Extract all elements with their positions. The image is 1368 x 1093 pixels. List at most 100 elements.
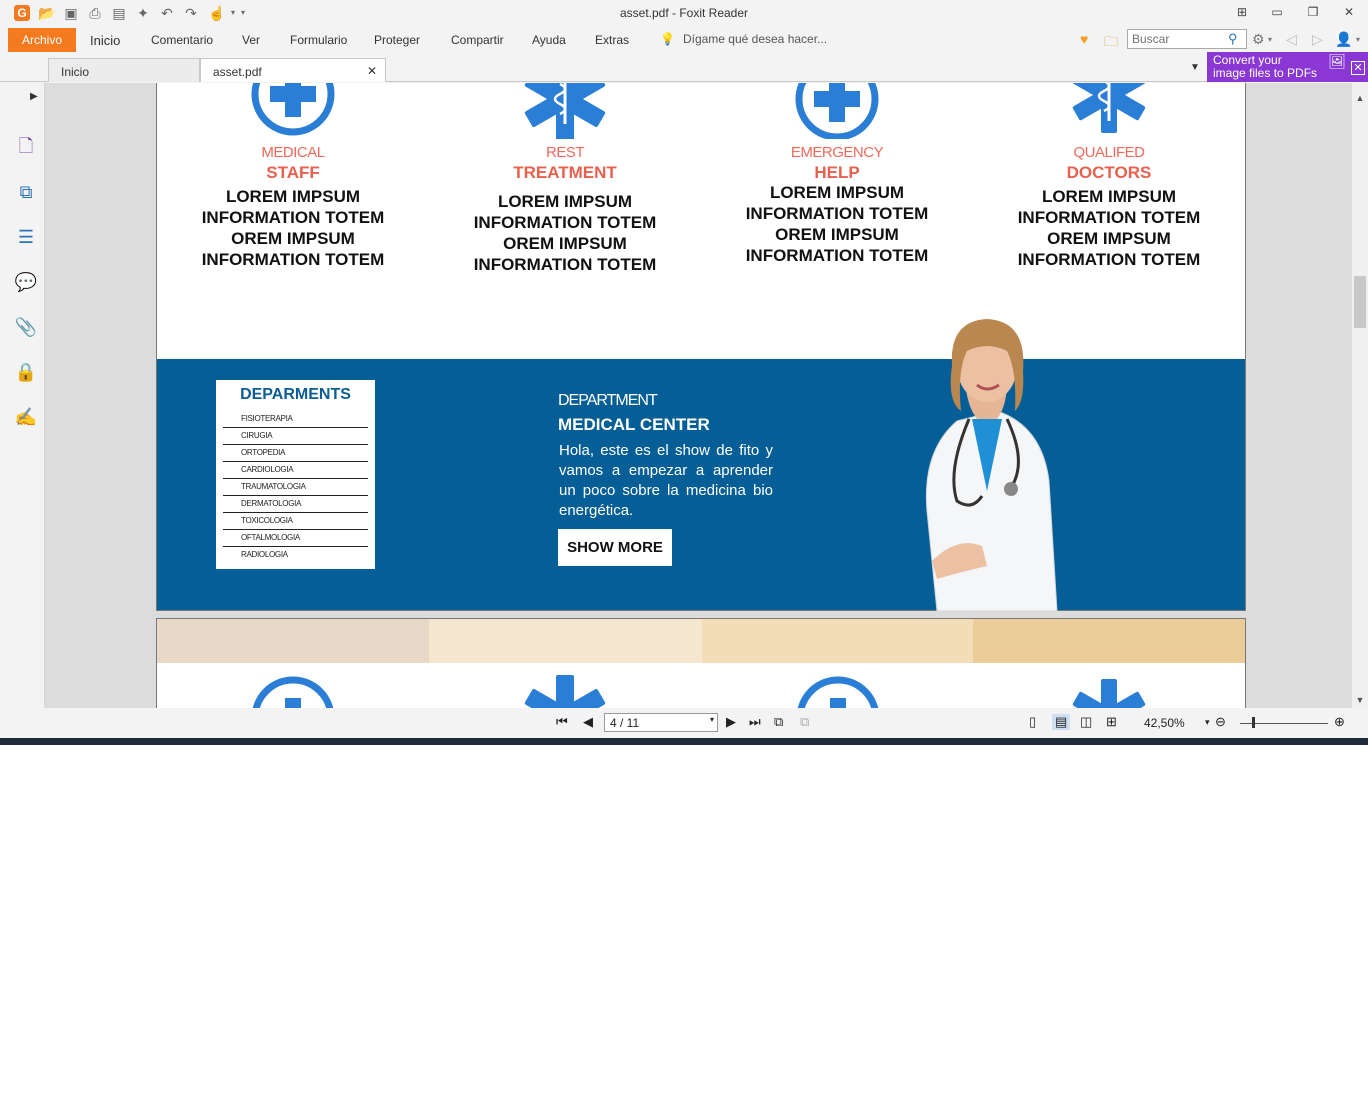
settings-dropdown-icon[interactable]: ▾ — [1268, 35, 1272, 44]
continuous-facing-view-icon[interactable]: ⊞ — [1106, 714, 1117, 730]
restore-button[interactable]: ❐ — [1303, 4, 1323, 20]
ribbon-options-icon[interactable]: ⊞ — [1232, 4, 1252, 20]
layers-icon[interactable]: ☰ — [14, 225, 38, 249]
next-view-icon[interactable]: ⧉ — [800, 714, 809, 730]
close-tab-icon[interactable]: ✕ — [367, 64, 377, 78]
single-page-view-icon[interactable]: ▯ — [1029, 714, 1036, 730]
feature-small-title: REST — [545, 144, 585, 161]
menu-compartir[interactable]: Compartir — [451, 33, 504, 47]
star-of-life-icon — [524, 675, 606, 708]
next-page-icon[interactable]: ▶ — [726, 714, 736, 730]
menu-formulario[interactable]: Formulario — [290, 33, 347, 47]
settings-gear-icon[interactable]: ⚙ — [1252, 31, 1265, 48]
feature-small-title: EMERGENCY — [790, 144, 884, 161]
close-promo-icon[interactable]: ✕ — [1351, 61, 1365, 75]
tell-me-text: Dígame qué desea hacer... — [682, 32, 828, 46]
feature-title: STAFF — [266, 163, 320, 182]
menu-ver[interactable]: Ver — [242, 33, 260, 47]
color-stripe — [429, 619, 702, 663]
page-dropdown-icon[interactable]: ▾ — [710, 715, 714, 724]
feature-line: INFORMATION TOTEM — [745, 246, 929, 265]
scroll-down-icon[interactable]: ▼ — [1352, 695, 1368, 705]
attachments-icon[interactable]: 📎 — [14, 315, 38, 339]
feature-line: INFORMATION TOTEM — [201, 250, 385, 269]
search-icon[interactable]: ⚲ — [1228, 31, 1238, 47]
department-banner: DEPARMENTS FISIOTERAPIA CIRUGIA ORTOPEDI… — [157, 359, 1245, 610]
page-number-input[interactable]: 4 / 11 ▾ — [604, 713, 718, 732]
doctor-photo — [925, 319, 1058, 611]
back-arrow-icon[interactable]: ◁ — [1286, 31, 1297, 48]
minimize-button[interactable]: ▭ — [1267, 4, 1287, 20]
feature-line: INFORMATION TOTEM — [745, 204, 929, 223]
bookmarks-icon[interactable]: 🗋 — [14, 134, 38, 158]
title-bar: G 📂 ▣ ⎙ ▤ ✦ ↶ ↷ ☝ ▾ ▾ asset.pdf - Foxit … — [0, 0, 1368, 28]
department-item: TOXICOLOGIA — [223, 513, 368, 530]
tab-inicio[interactable]: Inicio — [48, 58, 200, 82]
security-lock-icon[interactable]: 🔒 — [14, 360, 38, 384]
feature-line: OREM IMPSUM — [775, 225, 899, 244]
feature-line: INFORMATION TOTEM — [201, 208, 385, 227]
department-item: CIRUGIA — [223, 428, 368, 445]
continuous-view-icon[interactable]: ▤ — [1052, 714, 1071, 730]
star-of-life-icon — [1072, 679, 1146, 708]
folder-search-icon[interactable]: 🗀 — [1104, 31, 1118, 55]
tab-label: Inicio — [61, 65, 90, 79]
menu-inicio[interactable]: Inicio — [90, 33, 120, 48]
document-view[interactable]: MEDICAL STAFF LOREM IMPSUM INFORMATION T… — [45, 83, 1352, 708]
tab-asset-pdf[interactable]: asset.pdf ✕ — [200, 58, 386, 82]
department-item: RADIOLOGIA — [241, 550, 288, 559]
show-more-button[interactable]: SHOW MORE — [558, 529, 672, 566]
expand-panel-icon[interactable]: ▶ — [30, 91, 38, 102]
scroll-up-icon[interactable]: ▲ — [1352, 93, 1368, 103]
tab-list-dropdown-icon[interactable]: ▼ — [1190, 62, 1200, 73]
star-of-life-icon — [1072, 83, 1146, 133]
convert-promo-banner[interactable]: Convert your image files to PDFs 🖼 ✕ — [1207, 52, 1368, 82]
menu-ayuda[interactable]: Ayuda — [532, 33, 566, 47]
status-bar: ⏮ ◀ 4 / 11 ▾ ▶ ⏭ ⧉ ⧉ ▯ ▤ ◫ ⊞ 42,50% ▾ ⊖ … — [0, 708, 1368, 738]
facing-view-icon[interactable]: ◫ — [1080, 714, 1092, 730]
zoom-slider-handle[interactable] — [1252, 717, 1255, 728]
feature-medical-staff: MEDICAL STAFF LOREM IMPSUM INFORMATION T… — [157, 83, 429, 270]
forward-arrow-icon[interactable]: ▷ — [1312, 31, 1323, 48]
user-account-icon[interactable]: 👤 — [1335, 31, 1352, 48]
zoom-in-icon[interactable]: ⊕ — [1334, 714, 1345, 730]
heart-icon[interactable]: ♥ — [1080, 31, 1088, 47]
account-dropdown-icon[interactable]: ▾ — [1356, 35, 1360, 44]
banner-subtitle: DEPARTMENT — [558, 392, 658, 409]
menu-file[interactable]: Archivo — [8, 28, 76, 52]
feature-line: OREM IMPSUM — [503, 234, 627, 253]
close-window-button[interactable]: ✕ — [1339, 4, 1359, 20]
feature-line: INFORMATION TOTEM — [473, 255, 657, 274]
vertical-scrollbar[interactable]: ▲ ▼ — [1352, 83, 1368, 708]
last-page-icon[interactable]: ⏭ — [749, 714, 761, 730]
departments-list-box: DEPARMENTS FISIOTERAPIA CIRUGIA ORTOPEDI… — [216, 380, 375, 569]
zoom-dropdown-icon[interactable]: ▾ — [1205, 717, 1210, 728]
menu-extras[interactable]: Extras — [595, 33, 629, 47]
zoom-out-icon[interactable]: ⊖ — [1215, 714, 1226, 730]
menu-proteger[interactable]: Proteger — [374, 33, 420, 47]
signature-icon[interactable]: ✍ — [14, 405, 38, 429]
cross-circle-icon — [252, 676, 334, 708]
menu-comentario[interactable]: Comentario — [151, 33, 213, 47]
feature-line: INFORMATION TOTEM — [1017, 208, 1201, 227]
feature-title: HELP — [814, 163, 860, 182]
feature-line: INFORMATION TOTEM — [473, 213, 657, 232]
tell-me-search[interactable]: 💡 Dígame qué desea hacer... — [660, 32, 827, 46]
banner-title: MEDICAL CENTER — [558, 415, 710, 434]
scrollbar-thumb[interactable] — [1354, 276, 1366, 328]
feature-line: INFORMATION TOTEM — [1017, 250, 1201, 269]
navigation-sidebar: ▶ 🗋 ⧉ ☰ 💬 📎 🔒 ✍ — [0, 82, 45, 708]
first-page-icon[interactable]: ⏮ — [556, 714, 568, 730]
feature-rest-treatment: REST TREATMENT LOREM IMPSUM INFORMATION … — [429, 83, 701, 275]
feature-body: LOREM IMPSUM INFORMATION TOTEM OREM IMPS… — [157, 186, 429, 270]
feature-small-title: QUALIFED — [1073, 144, 1145, 161]
comments-icon[interactable]: 💬 — [14, 270, 38, 294]
feature-title: TREATMENT — [513, 163, 617, 182]
pages-icon[interactable]: ⧉ — [14, 180, 38, 204]
departments-title: DEPARMENTS — [240, 386, 351, 403]
feature-title: DOCTORS — [1066, 163, 1152, 182]
previous-page-icon[interactable]: ◀ — [583, 714, 593, 730]
previous-view-icon[interactable]: ⧉ — [774, 714, 783, 730]
feature-line: LOREM IMPSUM — [225, 187, 361, 206]
zoom-level[interactable]: 42,50% — [1144, 716, 1185, 730]
